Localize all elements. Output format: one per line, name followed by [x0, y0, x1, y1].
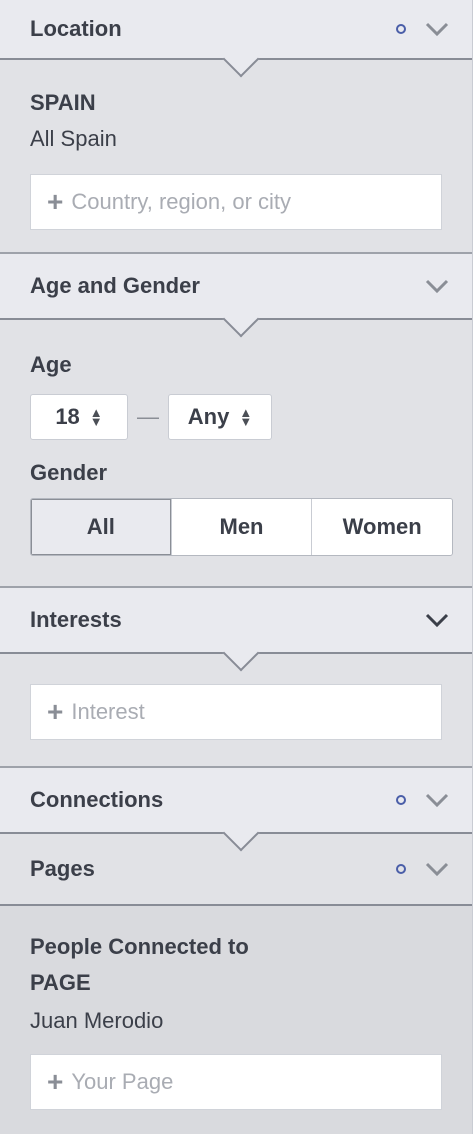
interest-placeholder: Interest: [71, 699, 145, 724]
location-body: SPAIN All Spain + Country, region, or ci…: [0, 60, 472, 252]
age-gender-section: Age and Gender Age 18 ▲ ▼ — Any ▲ ▼ Gender…: [0, 252, 473, 586]
location-placeholder: Country, region, or city: [71, 189, 292, 214]
age-min-select[interactable]: 18 ▲ ▼: [30, 394, 128, 440]
gender-women-button[interactable]: Women: [311, 499, 452, 555]
location-header[interactable]: Location: [0, 0, 472, 78]
chevron-down-icon[interactable]: [424, 792, 450, 808]
plus-icon: +: [47, 186, 64, 217]
connections-header[interactable]: Connections: [0, 766, 472, 852]
page-input[interactable]: + Your Page: [30, 1054, 442, 1110]
age-max-value: Any: [187, 404, 230, 429]
page-value: Juan Merodio: [30, 1008, 164, 1033]
people-connected-label: People Connected to: [30, 934, 249, 959]
interests-section: Interests + Interest: [0, 586, 473, 766]
location-input[interactable]: + Country, region, or city: [30, 174, 442, 230]
age-gender-body: Age 18 ▲ ▼ — Any ▲ ▼ Gender All Men Women: [0, 320, 472, 586]
gender-segmented-control: All Men Women: [30, 498, 453, 556]
interests-body: + Interest: [0, 654, 472, 766]
connections-section: Connections: [0, 766, 473, 852]
page-placeholder: Your Page: [71, 1069, 174, 1094]
status-dot-icon: [396, 795, 406, 805]
age-separator: —: [137, 404, 159, 429]
updown-icon: ▲ ▼: [89, 405, 103, 429]
gender-label: Gender: [30, 460, 108, 485]
plus-icon: +: [47, 696, 64, 727]
age-label: Age: [30, 352, 72, 377]
gender-all-button[interactable]: All: [31, 499, 171, 555]
chevron-down-icon[interactable]: [424, 278, 450, 294]
age-gender-header[interactable]: Age and Gender: [0, 252, 472, 338]
interest-input[interactable]: + Interest: [30, 684, 442, 740]
interests-header[interactable]: Interests: [0, 586, 472, 672]
interests-title: Interests: [30, 607, 122, 632]
people-connected-page: PAGE: [30, 970, 91, 995]
location-section: Location SPAIN All Spain + Country, regi…: [0, 0, 473, 252]
gender-men-button[interactable]: Men: [170, 499, 312, 555]
pages-body: People Connected to PAGE Juan Merodio + …: [0, 906, 472, 1134]
location-title: Location: [30, 16, 122, 41]
age-max-select[interactable]: Any ▲ ▼: [168, 394, 272, 440]
status-dot-icon: [396, 864, 406, 874]
chevron-down-icon[interactable]: [424, 612, 450, 628]
updown-icon: ▲ ▼: [239, 405, 253, 429]
plus-icon: +: [47, 1066, 64, 1097]
chevron-down-icon[interactable]: [424, 21, 450, 37]
pages-title: Pages: [30, 856, 95, 881]
age-range: 18 ▲ ▼ — Any ▲ ▼: [30, 392, 442, 442]
location-scope: All Spain: [30, 126, 117, 151]
age-gender-title: Age and Gender: [30, 273, 200, 298]
status-dot-icon: [396, 24, 406, 34]
chevron-down-icon[interactable]: [424, 861, 450, 877]
connections-title: Connections: [30, 787, 164, 812]
location-country: SPAIN: [30, 90, 96, 115]
age-min-value: 18: [55, 404, 80, 429]
pages-section: Pages People Connected to PAGE Juan Mero…: [0, 834, 473, 1134]
